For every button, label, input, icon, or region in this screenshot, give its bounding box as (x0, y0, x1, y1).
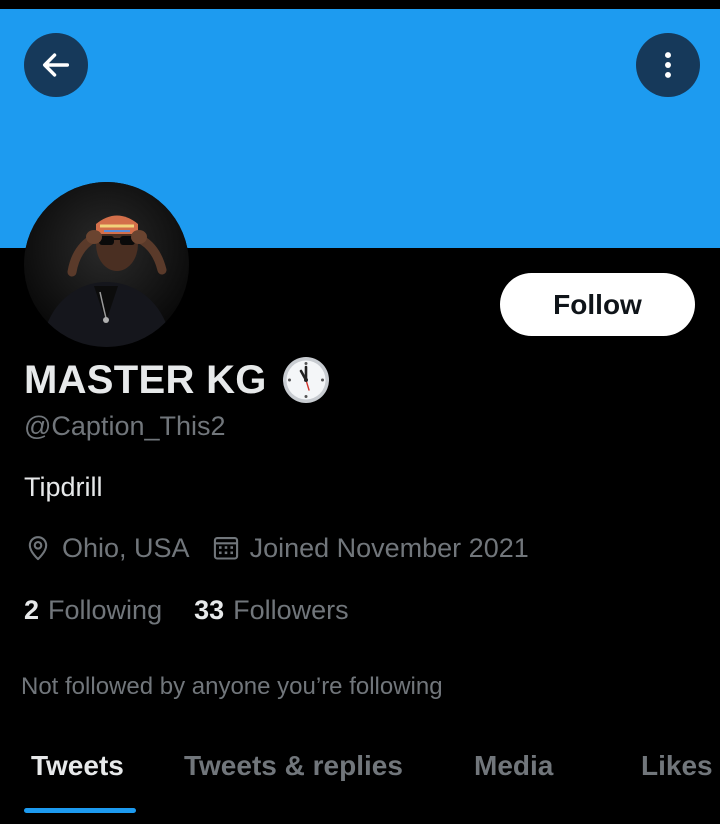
location-text: Ohio, USA (62, 532, 190, 563)
following-count: 2 (24, 594, 40, 625)
joined-text: Joined November 2021 (249, 532, 529, 563)
avatar-photo (24, 182, 189, 347)
more-vertical-icon (665, 52, 671, 78)
display-name: MASTER KG (24, 357, 267, 402)
location-pin-icon (28, 536, 48, 561)
followers-label: Followers (233, 594, 349, 625)
location-item: Ohio, USA (24, 533, 190, 564)
follow-button[interactable]: Follow (500, 273, 695, 336)
tab-tweets[interactable]: Tweets (31, 750, 124, 782)
active-tab-indicator (24, 808, 136, 813)
following-stat[interactable]: 2 Following (24, 595, 162, 626)
profile-handle: @Caption_This2 (24, 411, 226, 441)
display-name-row: MASTER KG (24, 355, 331, 405)
calendar-icon (213, 537, 238, 560)
joined-item: Joined November 2021 (212, 533, 529, 564)
profile-meta: Ohio, USA Joined November 2021 (24, 530, 529, 566)
tab-tweets-replies[interactable]: Tweets & replies (184, 750, 403, 782)
status-bar-strip (0, 0, 720, 9)
followers-count: 33 (194, 594, 225, 625)
profile-bio: Tipdrill (24, 472, 103, 502)
tab-likes[interactable]: Likes (641, 750, 713, 782)
following-label: Following (48, 594, 163, 625)
tab-media[interactable]: Media (474, 750, 553, 782)
followers-stat[interactable]: 33 Followers (194, 595, 349, 626)
more-options-button[interactable] (636, 33, 700, 97)
profile-tabs: Tweets Tweets & replies Media Likes (0, 740, 720, 824)
follow-stats: 2 Following 33 Followers (24, 592, 349, 628)
arrow-left-icon (42, 53, 70, 77)
back-button[interactable] (24, 33, 88, 97)
profile-avatar[interactable] (24, 182, 189, 347)
mutuals-note: Not followed by anyone you’re following (21, 673, 443, 700)
clock-icon (282, 357, 329, 403)
